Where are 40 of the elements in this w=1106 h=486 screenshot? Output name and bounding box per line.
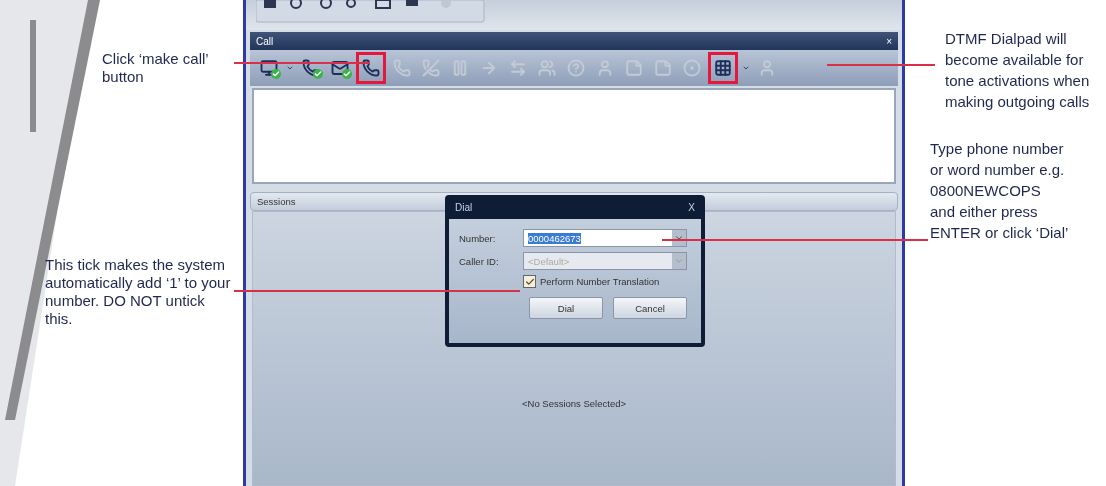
annotation-text: Type phone number or word number e.g. 0800NEWCOPS and either press ENTER or click ‘Dial’: [930, 139, 1070, 243]
highlighted-toolbar-button[interactable]: [356, 52, 386, 84]
highlighted-toolbar-button[interactable]: [708, 52, 738, 84]
caret-icon: [742, 64, 750, 72]
panel-title: Call: [256, 35, 274, 47]
record-icon: [683, 59, 701, 77]
annotation-text: Click ‘make call’ button: [102, 50, 210, 86]
transfer-icon: [509, 59, 527, 77]
note-icon: [625, 59, 643, 77]
check-badge-icon: [313, 69, 323, 79]
dialpad-icon: [714, 59, 732, 77]
people-icon: [538, 59, 556, 77]
input-field[interactable]: 0000462673: [523, 229, 687, 247]
dialog-button[interactable]: Cancel: [613, 297, 687, 319]
dialog-button[interactable]: Dial: [529, 297, 603, 319]
phone-icon: [393, 59, 411, 77]
field-label: Caller ID:: [459, 255, 500, 267]
check-badge-icon: [342, 69, 352, 79]
monitor-icon: [260, 59, 278, 77]
note-icon: [654, 59, 672, 77]
check-badge-icon: [271, 69, 281, 79]
caret-icon: [286, 64, 294, 72]
arrow-icon: [480, 59, 498, 77]
hang-up-icon: [422, 59, 440, 77]
checkbox[interactable]: [523, 275, 536, 288]
annotation-text: This tick makes the system automatically add ‘1’ to your number. DO NOT untick this.: [45, 256, 231, 328]
pause-icon: [451, 59, 469, 77]
person-icon: [758, 59, 776, 77]
field-label: Number:: [459, 232, 497, 244]
annotation-text: DTMF Dialpad will become available for tone activations when making outgoing calls: [945, 29, 1091, 112]
mail-icon: [331, 59, 349, 77]
phone-icon: [362, 59, 380, 77]
sessions-title: Sessions: [257, 196, 296, 207]
person-icon: [596, 59, 614, 77]
close-button[interactable]: ×: [886, 35, 892, 47]
checkbox-label: Perform Number Translation: [540, 276, 660, 287]
close-button[interactable]: X: [688, 201, 695, 213]
dialog-title: Dial: [455, 201, 473, 213]
empty-sessions-text: <No Sessions Selected>: [521, 398, 626, 409]
question-icon: [567, 59, 585, 77]
